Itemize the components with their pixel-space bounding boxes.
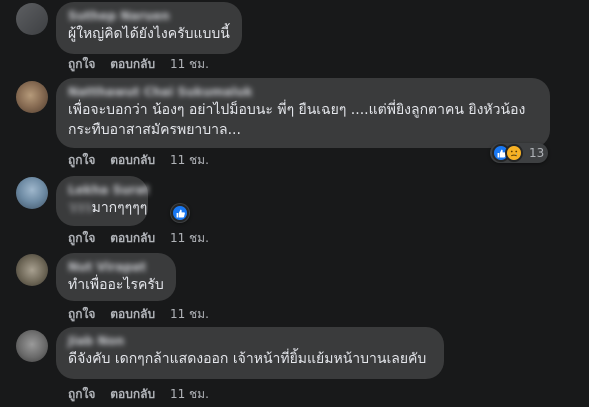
like-link[interactable]: ถูกใจ xyxy=(68,307,95,321)
comment-author[interactable]: Natthawut Chai Sukumaluk xyxy=(68,84,538,100)
comment-bubble: Lekha Surat วววมากๆๆๆๆ xyxy=(56,176,150,226)
reply-link[interactable]: ตอบกลับ xyxy=(110,57,155,71)
comment-actions: ถูกใจ ตอบกลับ 11 ชม. xyxy=(68,386,220,402)
comment-author[interactable]: Lekha Surat xyxy=(68,182,150,198)
sad-icon xyxy=(505,144,523,162)
comment-actions: ถูกใจ ตอบกลับ 11 ชม. xyxy=(68,56,220,72)
comment-text-line: เพื่อจะบอกว่า น้องๆ อย่าไปม็อบนะ พี่ๆ ยื… xyxy=(68,102,526,118)
avatar[interactable] xyxy=(16,177,48,209)
like-link[interactable]: ถูกใจ xyxy=(68,387,95,401)
comment-text: ดีจังคับ เดกๆกล้าแสดงออก เจ้าหน้าที่ยิ้ม… xyxy=(68,351,427,367)
reply-link[interactable]: ตอบกลับ xyxy=(110,153,155,167)
comment-author[interactable]: Nut Virapat xyxy=(68,259,164,275)
comment-text-line: กระทืบอาสาสมัครพยาบาล... xyxy=(68,122,241,138)
timestamp[interactable]: 11 ชม. xyxy=(170,57,209,71)
like-link[interactable]: ถูกใจ xyxy=(68,231,95,245)
comment-bubble: Natthawut Chai Sukumaluk เพื่อจะบอกว่า น… xyxy=(56,78,550,148)
like-link[interactable]: ถูกใจ xyxy=(68,153,95,167)
reaction-summary[interactable]: 13 xyxy=(490,143,549,163)
reaction-count: 13 xyxy=(529,146,545,160)
comment-actions: ถูกใจ ตอบกลับ 11 ชม. xyxy=(68,230,220,246)
like-icon xyxy=(171,204,189,222)
comment-bubble: Nut Virapat ทำเพื่ออะไรครับ xyxy=(56,253,176,301)
like-link[interactable]: ถูกใจ xyxy=(68,57,95,71)
reply-link[interactable]: ตอบกลับ xyxy=(110,231,155,245)
comment-actions: ถูกใจ ตอบกลับ 11 ชม. xyxy=(68,306,220,322)
comment-text: ทำเพื่ออะไรครับ xyxy=(68,277,164,293)
avatar[interactable] xyxy=(16,254,48,286)
comment-text: วววมากๆๆๆๆ xyxy=(68,200,148,216)
timestamp[interactable]: 11 ชม. xyxy=(170,307,209,321)
avatar[interactable] xyxy=(16,81,48,113)
reply-link[interactable]: ตอบกลับ xyxy=(110,387,155,401)
reaction-summary[interactable] xyxy=(170,203,190,223)
comment-bubble: Suthep Naruen ผู้ใหญ่คิดได้ยังไงครับแบบน… xyxy=(56,2,242,54)
comment-text: ผู้ใหญ่คิดได้ยังไงครับแบบนี้ xyxy=(68,26,230,42)
timestamp[interactable]: 11 ชม. xyxy=(170,387,209,401)
comment-actions: ถูกใจ ตอบกลับ 11 ชม. xyxy=(68,152,220,168)
avatar[interactable] xyxy=(16,3,48,35)
comment-author[interactable]: Jiab Non xyxy=(68,333,432,349)
timestamp[interactable]: 11 ชม. xyxy=(170,231,209,245)
reply-link[interactable]: ตอบกลับ xyxy=(110,307,155,321)
timestamp[interactable]: 11 ชม. xyxy=(170,153,209,167)
comment-author[interactable]: Suthep Naruen xyxy=(68,8,230,24)
avatar[interactable] xyxy=(16,330,48,362)
comment-bubble: Jiab Non ดีจังคับ เดกๆกล้าแสดงออก เจ้าหน… xyxy=(56,327,444,379)
